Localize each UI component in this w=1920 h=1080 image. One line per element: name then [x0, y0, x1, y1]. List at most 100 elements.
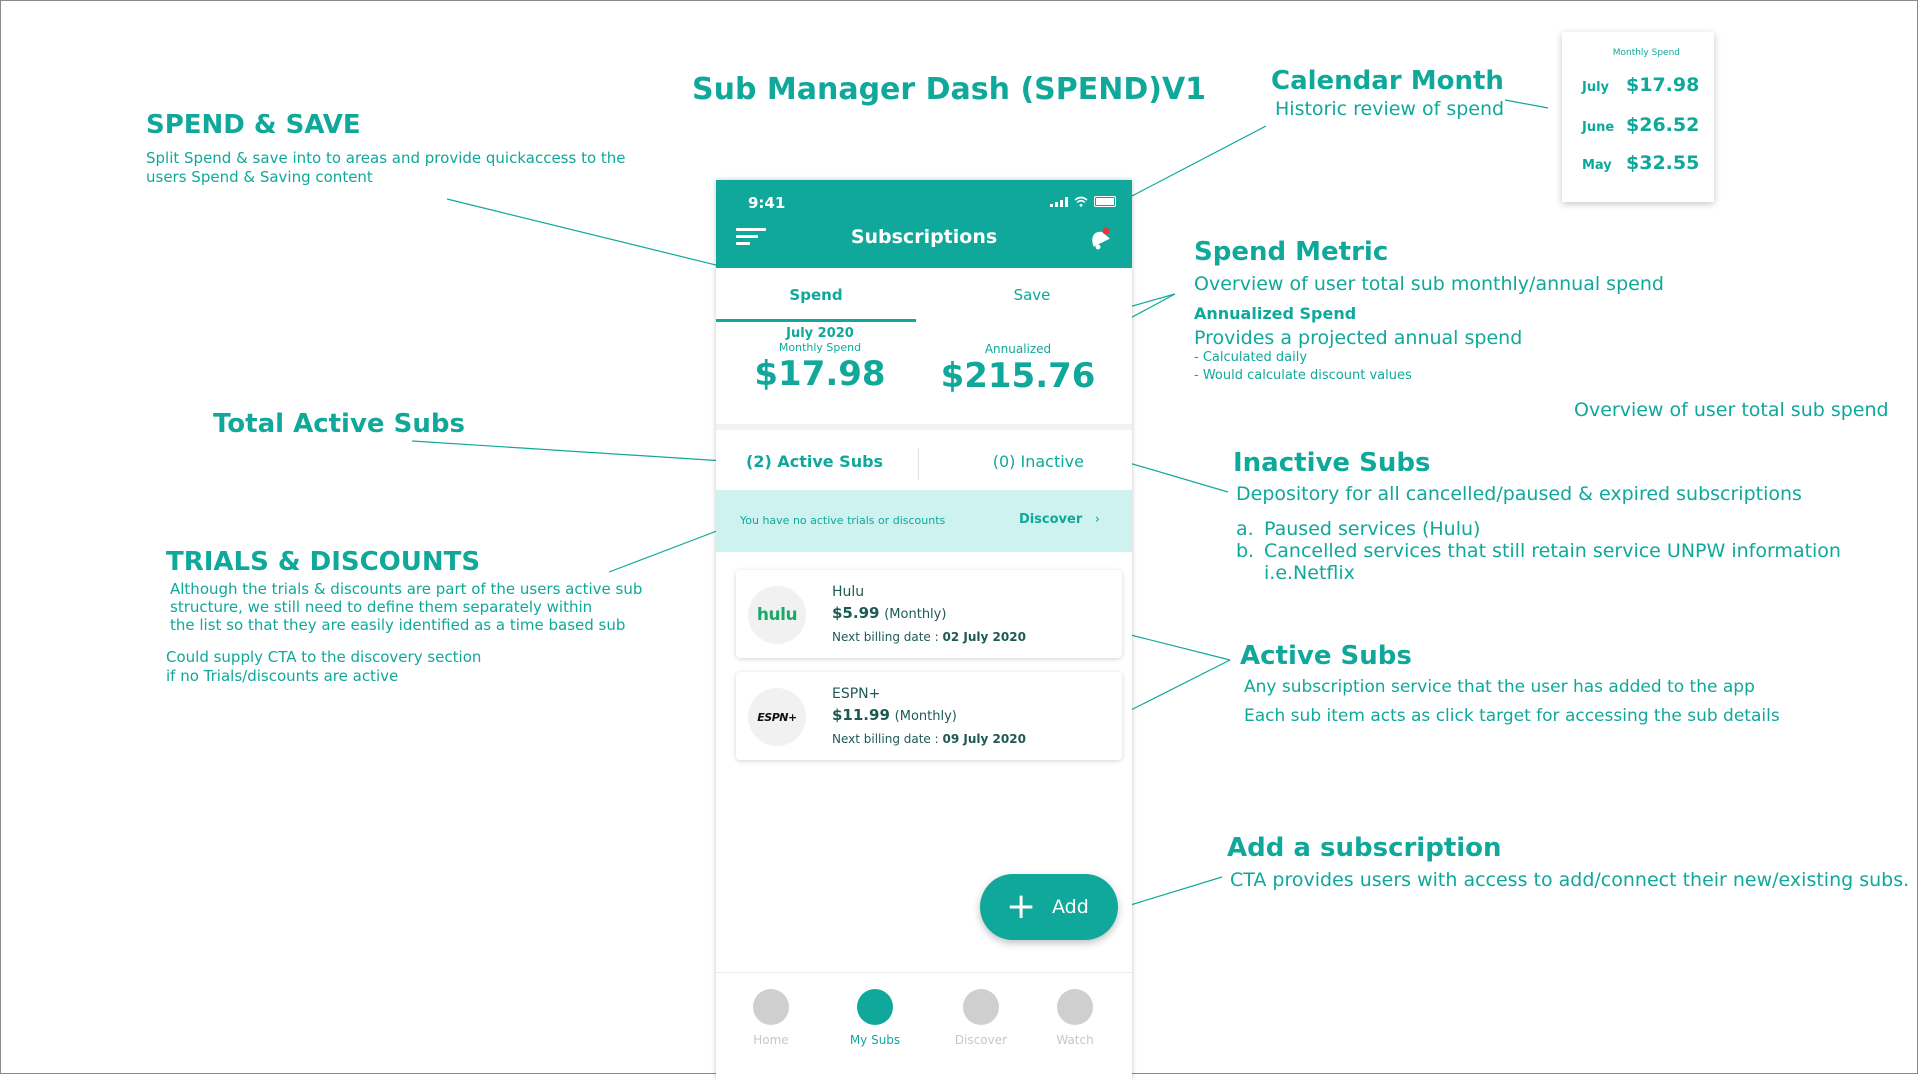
espn-logo: ESPN+: [748, 688, 806, 746]
annotation-calendar-desc: Historic review of spend: [1275, 98, 1505, 120]
inactive-subs-toggle[interactable]: (0) Inactive: [993, 452, 1084, 471]
nav-label: Home: [753, 1033, 789, 1047]
annotation-trials-desc-2: structure, we still need to define them …: [170, 598, 593, 616]
annotation-active-subs-desc-1: Any subscription service that the user h…: [1244, 677, 1755, 697]
annotation-trials-desc-3: the list so that they are easily identif…: [170, 616, 626, 634]
annotation-spend-save-title: SPEND & SAVE: [146, 110, 361, 140]
chevron-right-icon: ›: [1094, 512, 1100, 527]
notification-bell-icon[interactable]: [1086, 224, 1114, 252]
nav-item-my-subs[interactable]: My Subs: [830, 989, 920, 1047]
annotation-annualized-desc: Provides a projected annual spend: [1194, 327, 1523, 349]
billing-date: 09 July 2020: [942, 732, 1026, 746]
sub-price-line: $5.99 (Monthly): [832, 604, 946, 622]
watch-icon: [1057, 989, 1093, 1025]
annotation-spend-save-desc-1: Split Spend & save into to areas and pro…: [146, 149, 626, 167]
home-icon: [753, 989, 789, 1025]
annotation-annualized-bullet-1: - Calculated daily: [1194, 350, 1308, 365]
sub-price: $5.99: [832, 604, 880, 622]
connector-calendar-card: [1504, 99, 1549, 109]
monthly-label: Monthly Spend: [778, 341, 862, 354]
spend-save-tabs: Spend Save: [716, 268, 1132, 322]
subs-filter-bar: (2) Active Subs (0) Inactive: [716, 430, 1132, 496]
discover-link[interactable]: Discover ›: [1019, 512, 1100, 527]
annotation-inactive-item-a-marker: a.: [1236, 518, 1254, 540]
subscription-card-hulu[interactable]: hulu Hulu $5.99 (Monthly) Next billing d…: [736, 570, 1122, 658]
month-label: June: [1582, 120, 1615, 135]
annualized-value: $215.76: [940, 356, 1096, 396]
connector-trials: [608, 525, 731, 573]
monthly-spend-card: Monthly Spend July $17.98 June $26.52 Ma…: [1562, 32, 1714, 202]
sub-name: ESPN+: [832, 686, 881, 702]
filter-divider: [918, 448, 919, 480]
tab-spend[interactable]: Spend: [716, 268, 916, 322]
status-icons: [1050, 196, 1116, 207]
annotation-spend-metric-title: Spend Metric: [1194, 237, 1389, 267]
annotation-add-desc: CTA provides users with access to add/co…: [1230, 869, 1910, 891]
annotation-active-subs-desc-2: Each sub item acts as click target for a…: [1244, 706, 1780, 726]
month-label: July: [1582, 80, 1610, 95]
phone-screen: 9:41 Subscriptions Spend Save July 2020 …: [716, 180, 1132, 1080]
month-value: $32.55: [1626, 152, 1700, 174]
annotation-annualized-title: Annualized Spend: [1194, 304, 1357, 323]
annotation-inactive-item-a: Paused services (Hulu): [1264, 518, 1481, 540]
nav-item-watch[interactable]: Watch: [1030, 989, 1120, 1047]
connector-total-active: [411, 440, 741, 463]
wifi-icon: [1074, 196, 1088, 207]
month-label: May: [1582, 158, 1612, 173]
annotation-inactive-desc: Depository for all cancelled/paused & ex…: [1236, 483, 1802, 505]
bottom-nav: Home My Subs Discover Watch: [716, 972, 1132, 1080]
trials-message: You have no active trials or discounts: [740, 514, 946, 527]
monthly-spend-row: May $32.55: [1582, 152, 1699, 174]
billing-label: Next billing date :: [832, 630, 939, 644]
billing-date: 02 July 2020: [942, 630, 1026, 644]
battery-icon: [1094, 196, 1116, 207]
status-time: 9:41: [748, 194, 786, 212]
hulu-logo-text: hulu: [756, 605, 798, 625]
annotation-inactive-item-b: Cancelled services that still retain ser…: [1264, 540, 1841, 584]
monthly-spend-metric: July 2020 Monthly Spend $17.98: [740, 326, 900, 394]
annotation-inactive-title: Inactive Subs: [1233, 448, 1431, 478]
add-button-label: Add: [1052, 896, 1089, 918]
nav-label: Discover: [954, 1033, 1008, 1047]
signal-icon: [1050, 196, 1068, 207]
nav-item-discover[interactable]: Discover: [936, 989, 1026, 1047]
month-value: $26.52: [1626, 114, 1700, 136]
discover-label: Discover: [1018, 512, 1083, 527]
discover-icon: [963, 989, 999, 1025]
nav-label: My Subs: [849, 1033, 901, 1047]
annotation-total-active-title: Total Active Subs: [213, 409, 465, 439]
annotation-trials-desc-5: if no Trials/discounts are active: [166, 667, 399, 685]
connector-active-2: [1118, 659, 1231, 717]
sub-name: Hulu: [832, 584, 865, 600]
add-subscription-button[interactable]: + Add: [980, 874, 1118, 940]
sub-period: (Monthly): [884, 607, 947, 622]
tab-save[interactable]: Save: [932, 268, 1132, 322]
app-bar: 9:41 Subscriptions: [716, 180, 1132, 268]
hulu-logo: hulu: [748, 586, 806, 644]
sub-price-line: $11.99 (Monthly): [832, 706, 957, 724]
subscription-card-espn[interactable]: ESPN+ ESPN+ $11.99 (Monthly) Next billin…: [736, 672, 1122, 760]
annotation-spend-metric-desc: Overview of user total sub monthly/annua…: [1194, 273, 1664, 295]
annotation-annualized-bullet-2: - Would calculate discount values: [1194, 368, 1412, 383]
connector-calendar: [1131, 125, 1267, 197]
annotation-overview-note: Overview of user total sub spend: [1574, 399, 1889, 421]
my-subs-icon: [857, 989, 893, 1025]
annotation-calendar-title: Calendar Month: [1271, 66, 1504, 96]
sub-billing-line: Next billing date : 09 July 2020: [832, 732, 1026, 746]
annotation-trials-title: TRIALS & DISCOUNTS: [166, 547, 481, 577]
annualized-label: Annualized: [984, 342, 1052, 356]
sub-billing-line: Next billing date : 02 July 2020: [832, 630, 1026, 644]
monthly-spend-row: June $26.52: [1582, 114, 1699, 136]
page-title: Sub Manager Dash (SPEND)V1: [692, 72, 1207, 107]
month-value: $17.98: [1626, 74, 1700, 96]
sub-period: (Monthly): [894, 709, 957, 724]
annotation-inactive-item-b-marker: b.: [1236, 540, 1255, 562]
active-subs-toggle[interactable]: (2) Active Subs: [746, 452, 883, 471]
monthly-spend-row: July $17.98: [1582, 74, 1699, 96]
billing-label: Next billing date :: [832, 732, 939, 746]
annotation-trials-desc-1: Although the trials & discounts are part…: [170, 580, 643, 598]
nav-item-home[interactable]: Home: [726, 989, 816, 1047]
annotation-active-subs-title: Active Subs: [1240, 641, 1412, 671]
annotation-add-title: Add a subscription: [1227, 833, 1502, 863]
monthly-spend-card-header: Monthly Spend: [1612, 48, 1680, 58]
